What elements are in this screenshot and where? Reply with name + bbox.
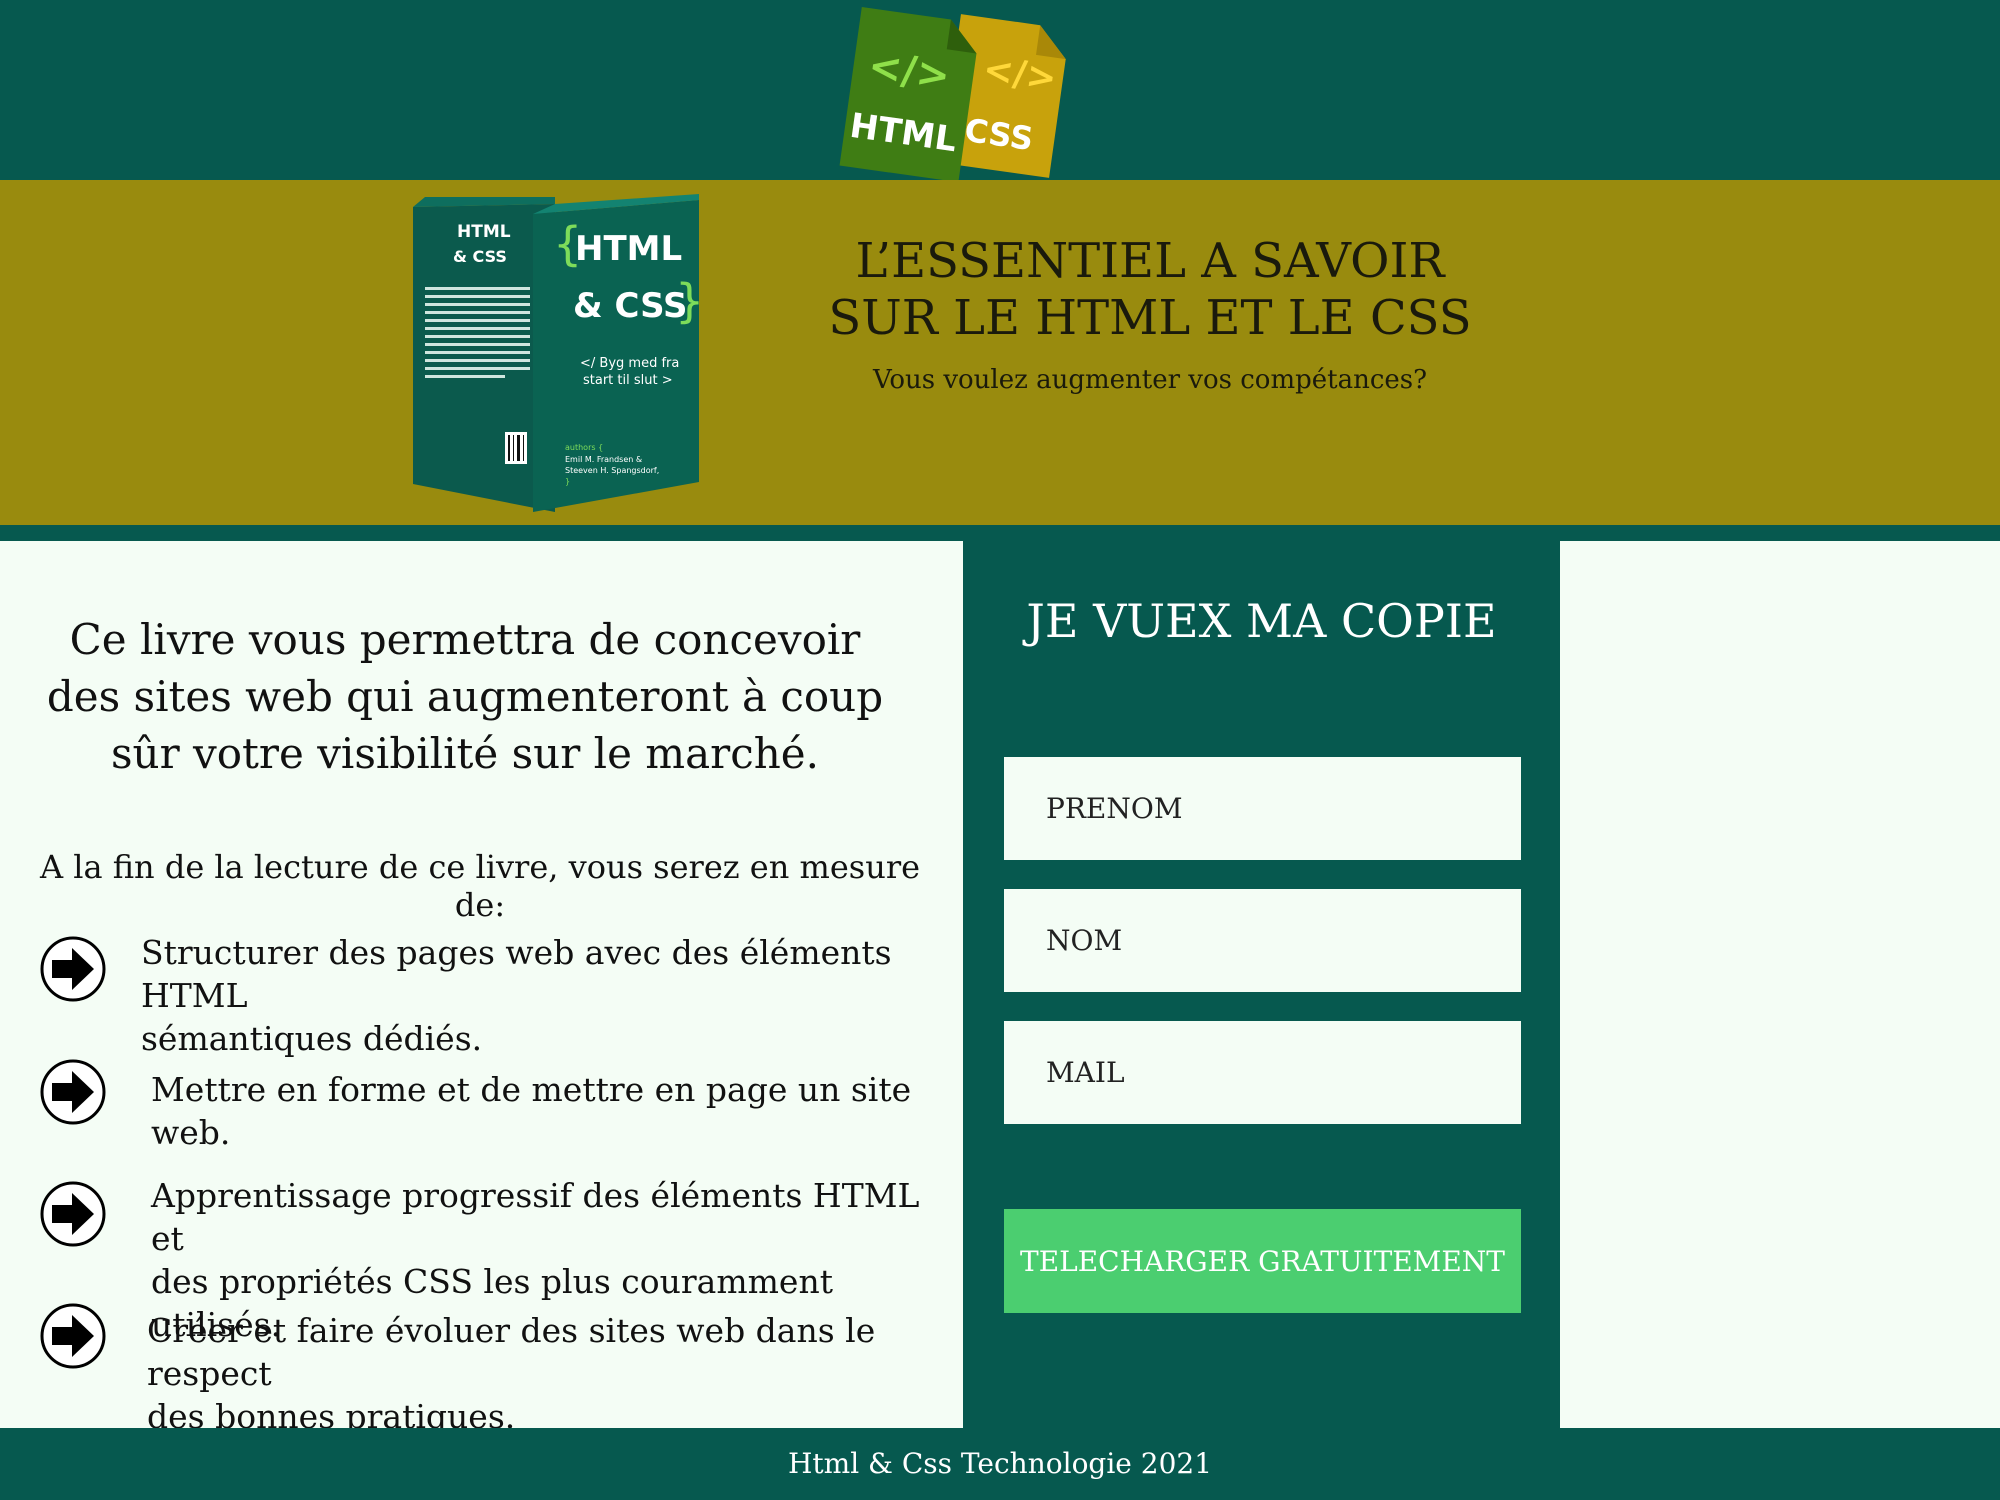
form-title: JE VUEX MA COPIE <box>1026 594 1497 648</box>
book-cover-image: HTML & CSS { HTML & CSS } </ Byg med fra… <box>413 194 704 512</box>
svg-text:authors {: authors { <box>565 443 603 452</box>
svg-text:& CSS: & CSS <box>453 247 507 266</box>
html-file-icon: </> HTML <box>839 7 977 181</box>
first-name-field[interactable] <box>1004 757 1521 860</box>
signup-form: JE VUEX MA COPIE TELECHARGER GRATUITEMEN… <box>963 541 1560 1428</box>
last-name-field[interactable] <box>1004 889 1521 992</box>
download-button[interactable]: TELECHARGER GRATUITEMENT <box>1004 1209 1521 1313</box>
svg-text:}: } <box>675 274 704 328</box>
arrow-right-circle-icon <box>40 1181 106 1247</box>
hero-banner: HTML & CSS { HTML & CSS } </ Byg med fra… <box>0 180 2000 525</box>
intro-line1: Ce livre vous permettra de concevoir <box>69 615 861 664</box>
arrow-right-circle-icon <box>40 1303 106 1369</box>
arrow-right-circle-icon <box>40 1059 106 1125</box>
intro-line2: des sites web qui augmenteront à coup <box>46 672 884 721</box>
hero-title-line1: L’ESSENTIEL A SAVOIR <box>855 233 1445 289</box>
intro-text: Ce livre vous permettra de concevoir des… <box>30 611 900 782</box>
svg-text:Steeven H. Spangsdorf,: Steeven H. Spangsdorf, <box>565 466 659 475</box>
svg-text:HTML: HTML <box>457 222 511 242</box>
svg-text:Emil M. Frandsen &: Emil M. Frandsen & <box>565 455 642 464</box>
hero-subtitle: Vous voulez augmenter vos compétances? <box>872 365 1428 395</box>
svg-text:start til slut >: start til slut > <box>583 373 673 388</box>
benefit-text: Mettre en forme et de mettre en page un … <box>151 1070 912 1152</box>
svg-text:& CSS: & CSS <box>573 286 688 326</box>
side-panel <box>1560 541 2000 1428</box>
svg-text:HTML: HTML <box>575 229 682 269</box>
hero-title: L’ESSENTIEL A SAVOIR SUR LE HTML ET LE C… <box>820 233 1480 347</box>
benefit-text: Créer et faire évoluer des sites web dan… <box>147 1311 876 1436</box>
content-panel: Ce livre vous permettra de concevoir des… <box>0 541 963 1436</box>
benefit-text: Structurer des pages web avec des élémen… <box>141 933 892 1058</box>
arrow-right-circle-icon <box>40 936 106 1002</box>
lead-text: A la fin de la lecture de ce livre, vous… <box>39 848 921 924</box>
footer: Html & Css Technologie 2021 <box>0 1428 2000 1500</box>
intro-line3: sûr votre visibilité sur le marché. <box>110 729 819 778</box>
svg-text:}: } <box>565 477 570 486</box>
hero-title-line2: SUR LE HTML ET LE CSS <box>828 290 1472 346</box>
email-field[interactable] <box>1004 1021 1521 1124</box>
svg-text:</ Byg med fra: </ Byg med fra <box>580 356 679 371</box>
html-css-logo: </> CSS </> HTML <box>839 7 1066 181</box>
header: </> CSS </> HTML <box>0 0 2000 181</box>
